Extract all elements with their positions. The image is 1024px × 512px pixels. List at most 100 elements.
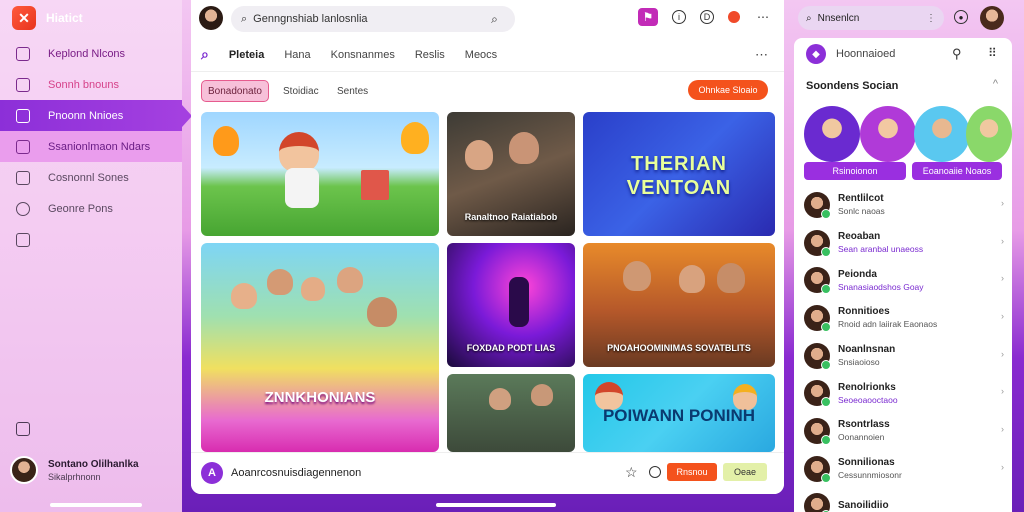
avatar[interactable]	[980, 6, 1004, 30]
list-item[interactable]: Rentlilcot Sonlc naoas ›	[804, 186, 1008, 224]
filter-chip-active[interactable]: Bonadonato	[201, 80, 269, 102]
media-card[interactable]: Ranaltnoo Raiatiabob	[447, 112, 575, 236]
card-title: POIWANN PONINH	[602, 406, 756, 425]
house-shape	[361, 170, 389, 200]
avatar[interactable]	[199, 6, 223, 30]
sidebar-item-7[interactable]	[0, 224, 182, 255]
topbar: ⌕ ⌕ ⚑ i D ⋯	[191, 0, 784, 38]
brand[interactable]: ✕ Hiatict	[12, 6, 83, 30]
cta-button[interactable]: Ohnkae Sloaio	[688, 80, 768, 100]
right-search-bar[interactable]: ⌕ Nnsenlcn ⋮	[798, 6, 944, 30]
more-icon[interactable]: ⋯	[755, 47, 768, 63]
search-bar[interactable]: ⌕ ⌕	[231, 6, 515, 32]
dancer-shape	[509, 277, 529, 327]
user-status: Sikalprhnonn	[48, 471, 101, 482]
search-icon[interactable]: ⌕	[201, 46, 209, 63]
media-card[interactable]	[201, 112, 439, 236]
clipboard-icon[interactable]	[16, 422, 30, 436]
media-card[interactable]	[447, 374, 575, 452]
list-item[interactable]: Peionda Snanasiaodshos Goay ›	[804, 261, 1008, 299]
contact-status: Cessunnmiosonr	[838, 470, 902, 481]
avatar	[804, 304, 831, 332]
record-icon[interactable]	[728, 11, 740, 23]
media-card[interactable]: ZNNKHONIANS	[201, 243, 439, 452]
flag-icon[interactable]: ⚑	[638, 8, 658, 26]
list-item[interactable]: Ronnitioes Rnoid adn laiirak Eaonaos ›	[804, 299, 1008, 337]
primary-button[interactable]: Rnsnou	[667, 463, 717, 481]
sidebar-item-5[interactable]: Cosnonnl Sones	[0, 162, 182, 193]
contact-name: Peionda	[838, 268, 877, 280]
main-panel: ⌕ ⌕ ⚑ i D ⋯ ⌕ Pleteia Hana Konsnanmes Re…	[191, 0, 784, 494]
brand-name: Hiatict	[46, 11, 83, 25]
avatar	[804, 493, 831, 512]
id-icon[interactable]: D	[700, 10, 714, 24]
sidebar-item-label: Ssanionlmaon Ndars	[48, 140, 151, 153]
media-card[interactable]: POIWANN PONINH	[583, 374, 775, 452]
tab-bar: ⌕ Pleteia Hana Konsnanmes Reslis Meocs ⋯	[191, 38, 784, 72]
filter-chip[interactable]: Stoidiac	[283, 80, 319, 102]
panel-header: ◆ Hoonnaioed	[806, 44, 895, 64]
user-profile[interactable]: Sontano Olilhanlka Sikalprhnonn	[10, 456, 139, 484]
search-icon[interactable]: ⌕	[491, 12, 498, 27]
contact-status: Rnoid adn laiirak Eaonaos	[838, 319, 938, 330]
avatar	[804, 455, 831, 483]
story-avatar[interactable]	[966, 106, 1012, 162]
tab-5[interactable]: Meocs	[465, 49, 497, 61]
story-avatar[interactable]	[914, 106, 970, 162]
sidebar-item-4[interactable]: Ssanionlmaon Ndars	[0, 131, 182, 162]
balloon-shape	[401, 122, 429, 154]
settings-icon[interactable]: ●	[954, 10, 968, 24]
avatar	[10, 456, 38, 484]
sidebar: ✕ Hiatict Keplond Nlcons Sonnh bnouns Pn…	[0, 0, 192, 512]
star-icon[interactable]: ☆	[625, 464, 638, 481]
tab-4[interactable]: Reslis	[415, 49, 445, 61]
list-item[interactable]: Sanoilidiio	[804, 488, 1008, 512]
clock-icon[interactable]	[649, 466, 661, 478]
list-item[interactable]: Reoaban Sean aranbal unaeoss ›	[804, 224, 1008, 262]
contact-list: Rentlilcot Sonlc naoas › Reoaban Sean aran…	[804, 186, 1008, 512]
filter-chip[interactable]: Sentes	[337, 80, 368, 102]
info-icon[interactable]: i	[672, 10, 686, 24]
contact-status: Oonannoien	[838, 432, 885, 443]
media-card[interactable]: PNOAHOOMINIMAS SOVATBLITS	[583, 243, 775, 367]
home-indicator	[436, 503, 556, 507]
right-search-input[interactable]: Nnsenlcn	[818, 13, 860, 24]
pin-icon[interactable]: ⚲	[952, 46, 962, 62]
app-logo-icon[interactable]: ◆	[806, 44, 826, 64]
media-card[interactable]: THERIAN VENTOAN	[583, 112, 775, 236]
sidebar-item-3[interactable]: Pnoonn Nnioes	[0, 100, 192, 131]
tab-3[interactable]: Konsnanmes	[331, 49, 395, 61]
secondary-button[interactable]: Oeae	[723, 463, 767, 481]
chevron-right-icon: ›	[1001, 348, 1004, 359]
list-item[interactable]: Noanlnsnan Snsiaoioso ›	[804, 337, 1008, 375]
sidebar-nav: Keplond Nlcons Sonnh bnouns Pnoonn Nnioe…	[0, 38, 192, 255]
media-card[interactable]: FOXDAD PODT LIAS	[447, 243, 575, 367]
contact-name: Sanoilidiio	[838, 499, 889, 511]
sidebar-item-label: Pnoonn Nnioes	[48, 109, 124, 122]
contact-name: Rentlilcot	[838, 193, 884, 205]
sidebar-item-label: Geonre Pons	[48, 202, 113, 215]
sidebar-item-2[interactable]: Sonnh bnouns	[0, 69, 182, 100]
contact-name: Noanlnsnan	[838, 344, 896, 356]
apps-grid-icon[interactable]: ⠿	[988, 46, 997, 60]
more-icon[interactable]: ⋮	[926, 13, 936, 24]
rocket-icon	[16, 201, 30, 216]
tab-2[interactable]: Hana	[284, 49, 310, 61]
chevron-up-icon[interactable]: ^	[993, 78, 998, 90]
story-avatar[interactable]	[804, 106, 860, 162]
list-item[interactable]: Rsontrlass Oonannoien ›	[804, 412, 1008, 450]
more-icon[interactable]: ⋯	[754, 8, 772, 26]
app-logo-icon[interactable]: A	[201, 462, 223, 484]
story-avatar[interactable]	[860, 106, 916, 162]
list-item[interactable]: Renolrionks Seoeoaooctaoo ›	[804, 374, 1008, 412]
tab-1[interactable]: Pleteia	[229, 49, 264, 61]
avatar	[804, 417, 831, 445]
story-button[interactable]: Rsinoionon	[804, 162, 906, 180]
story-button[interactable]: Eoanoaiie Noaos	[912, 162, 1002, 180]
contact-status: Snanasiaodshos Goay	[838, 281, 924, 292]
search-input[interactable]	[253, 13, 486, 25]
list-item[interactable]: Sonnilionas Cessunnmiosonr ›	[804, 450, 1008, 488]
sidebar-item-1[interactable]: Keplond Nlcons	[0, 38, 182, 69]
sidebar-item-6[interactable]: Geonre Pons	[0, 193, 182, 224]
person-shape	[623, 261, 651, 291]
